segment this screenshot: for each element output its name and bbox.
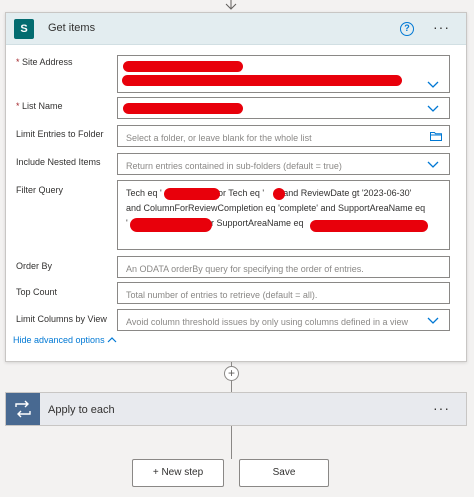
connector-line — [231, 426, 232, 459]
redaction — [122, 75, 402, 86]
loop-icon — [6, 393, 40, 425]
sharepoint-icon: S — [14, 19, 40, 39]
limit-columns-placeholder: Avoid column threshold issues by only us… — [126, 317, 408, 327]
chevron-up-icon — [107, 337, 117, 343]
limit-entries-placeholder: Select a folder, or leave blank for the … — [126, 133, 312, 143]
insert-step-plus-icon[interactable]: + — [224, 366, 239, 381]
save-button[interactable]: Save — [239, 459, 329, 487]
chevron-down-icon[interactable] — [427, 161, 439, 169]
redaction — [310, 220, 428, 232]
order-by-label: Order By — [16, 261, 53, 271]
apply-to-each-card[interactable]: Apply to each ··· — [5, 392, 467, 426]
order-by-field[interactable]: An ODATA orderBy query for specifying th… — [117, 256, 450, 278]
list-name-label: * List Name — [16, 101, 63, 111]
list-name-field[interactable] — [117, 97, 450, 119]
more-options-icon[interactable]: ··· — [433, 19, 450, 35]
order-by-placeholder: An ODATA orderBy query for specifying th… — [126, 264, 364, 274]
more-options-icon[interactable]: ··· — [433, 400, 450, 416]
hide-advanced-options-link[interactable]: Hide advanced options — [13, 335, 117, 345]
chevron-down-icon[interactable] — [427, 105, 439, 113]
redaction — [130, 218, 212, 232]
folder-icon[interactable] — [430, 132, 442, 141]
top-count-placeholder: Total number of entries to retrieve (def… — [126, 290, 318, 300]
new-step-button[interactable]: + New step — [132, 459, 224, 487]
top-count-label: Top Count — [16, 287, 58, 297]
limit-entries-field[interactable]: Select a folder, or leave blank for the … — [117, 125, 450, 147]
filter-query-field[interactable]: Tech eq ' ' or Tech eq ' 0' and ReviewDate… — [117, 180, 450, 250]
redaction — [273, 188, 285, 200]
limit-columns-label: Limit Columns by View — [16, 314, 107, 324]
redaction — [164, 188, 220, 200]
limit-columns-field[interactable]: Avoid column threshold issues by only us… — [117, 309, 450, 331]
redaction — [123, 103, 243, 114]
filter-query-label: Filter Query — [16, 185, 64, 195]
action-header[interactable]: S Get items ? ··· — [6, 13, 466, 45]
arrow-down-icon — [225, 0, 237, 10]
help-icon[interactable]: ? — [400, 22, 414, 36]
site-address-label: * Site Address — [16, 57, 73, 67]
redaction — [123, 61, 243, 72]
site-address-field[interactable] — [117, 55, 450, 93]
nested-items-field[interactable]: Return entries contained in sub-folders … — [117, 153, 450, 175]
action-title[interactable]: Get items — [48, 22, 95, 34]
nested-items-placeholder: Return entries contained in sub-folders … — [126, 161, 342, 171]
apply-to-each-title[interactable]: Apply to each — [48, 404, 115, 416]
nested-items-label: Include Nested Items — [16, 157, 101, 167]
limit-entries-label: Limit Entries to Folder — [16, 129, 104, 139]
chevron-down-icon[interactable] — [427, 81, 439, 89]
chevron-down-icon[interactable] — [427, 317, 439, 325]
top-count-field[interactable]: Total number of entries to retrieve (def… — [117, 282, 450, 304]
get-items-action-card: S Get items ? ··· * Site Address * List … — [5, 12, 467, 362]
